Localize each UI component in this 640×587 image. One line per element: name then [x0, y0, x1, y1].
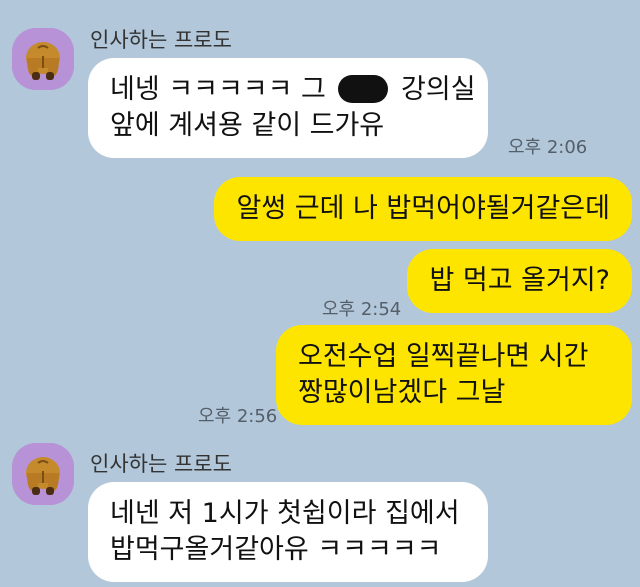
message-text: 앞에 계셔용 같이 드가유	[110, 110, 385, 141]
message-text: 강의실	[392, 74, 476, 105]
chat-room: 인사하는 프로도 네넹 ㅋㅋㅋㅋㅋ 그 강의실 앞에 계셔용 같이 드가유 오후…	[0, 0, 640, 587]
frodo-avatar-icon[interactable]	[12, 443, 74, 505]
message-text: 오전수업 일찍끝나면 시간 짱많이남겠다 그날	[298, 341, 589, 408]
outgoing-message-bubble[interactable]: 오전수업 일찍끝나면 시간 짱많이남겠다 그날	[276, 325, 632, 425]
outgoing-message-bubble[interactable]: 밥 먹고 올거지?	[407, 249, 632, 313]
redacted-text-blob	[338, 74, 389, 103]
message-text: 네넹 ㅋㅋㅋㅋㅋ 그	[110, 74, 335, 105]
sender-name: 인사하는 프로도	[90, 452, 232, 476]
frodo-avatar-image	[12, 443, 74, 505]
incoming-message-bubble[interactable]: 네넹 ㅋㅋㅋㅋㅋ 그 강의실 앞에 계셔용 같이 드가유	[88, 58, 488, 158]
sender-name: 인사하는 프로도	[90, 28, 232, 52]
outgoing-message-bubble[interactable]: 알썽 근데 나 밥먹어야될거같은데	[214, 177, 632, 241]
message-timestamp: 오후 2:06	[508, 137, 588, 158]
message-text: 네넨 저 1시가 첫쉽이라 집에서 밥먹구올거같아유 ㅋㅋㅋㅋㅋ	[110, 498, 460, 565]
message-text: 알썽 근데 나 밥먹어야될거같은데	[236, 193, 610, 224]
message-timestamp: 오후 2:56	[198, 406, 278, 427]
message-timestamp: 오후 2:54	[322, 299, 402, 320]
frodo-avatar-icon[interactable]	[12, 28, 74, 90]
message-text: 밥 먹고 올거지?	[429, 265, 610, 296]
incoming-message-bubble[interactable]: 네넨 저 1시가 첫쉽이라 집에서 밥먹구올거같아유 ㅋㅋㅋㅋㅋ	[88, 482, 488, 582]
frodo-avatar-image	[12, 28, 74, 90]
